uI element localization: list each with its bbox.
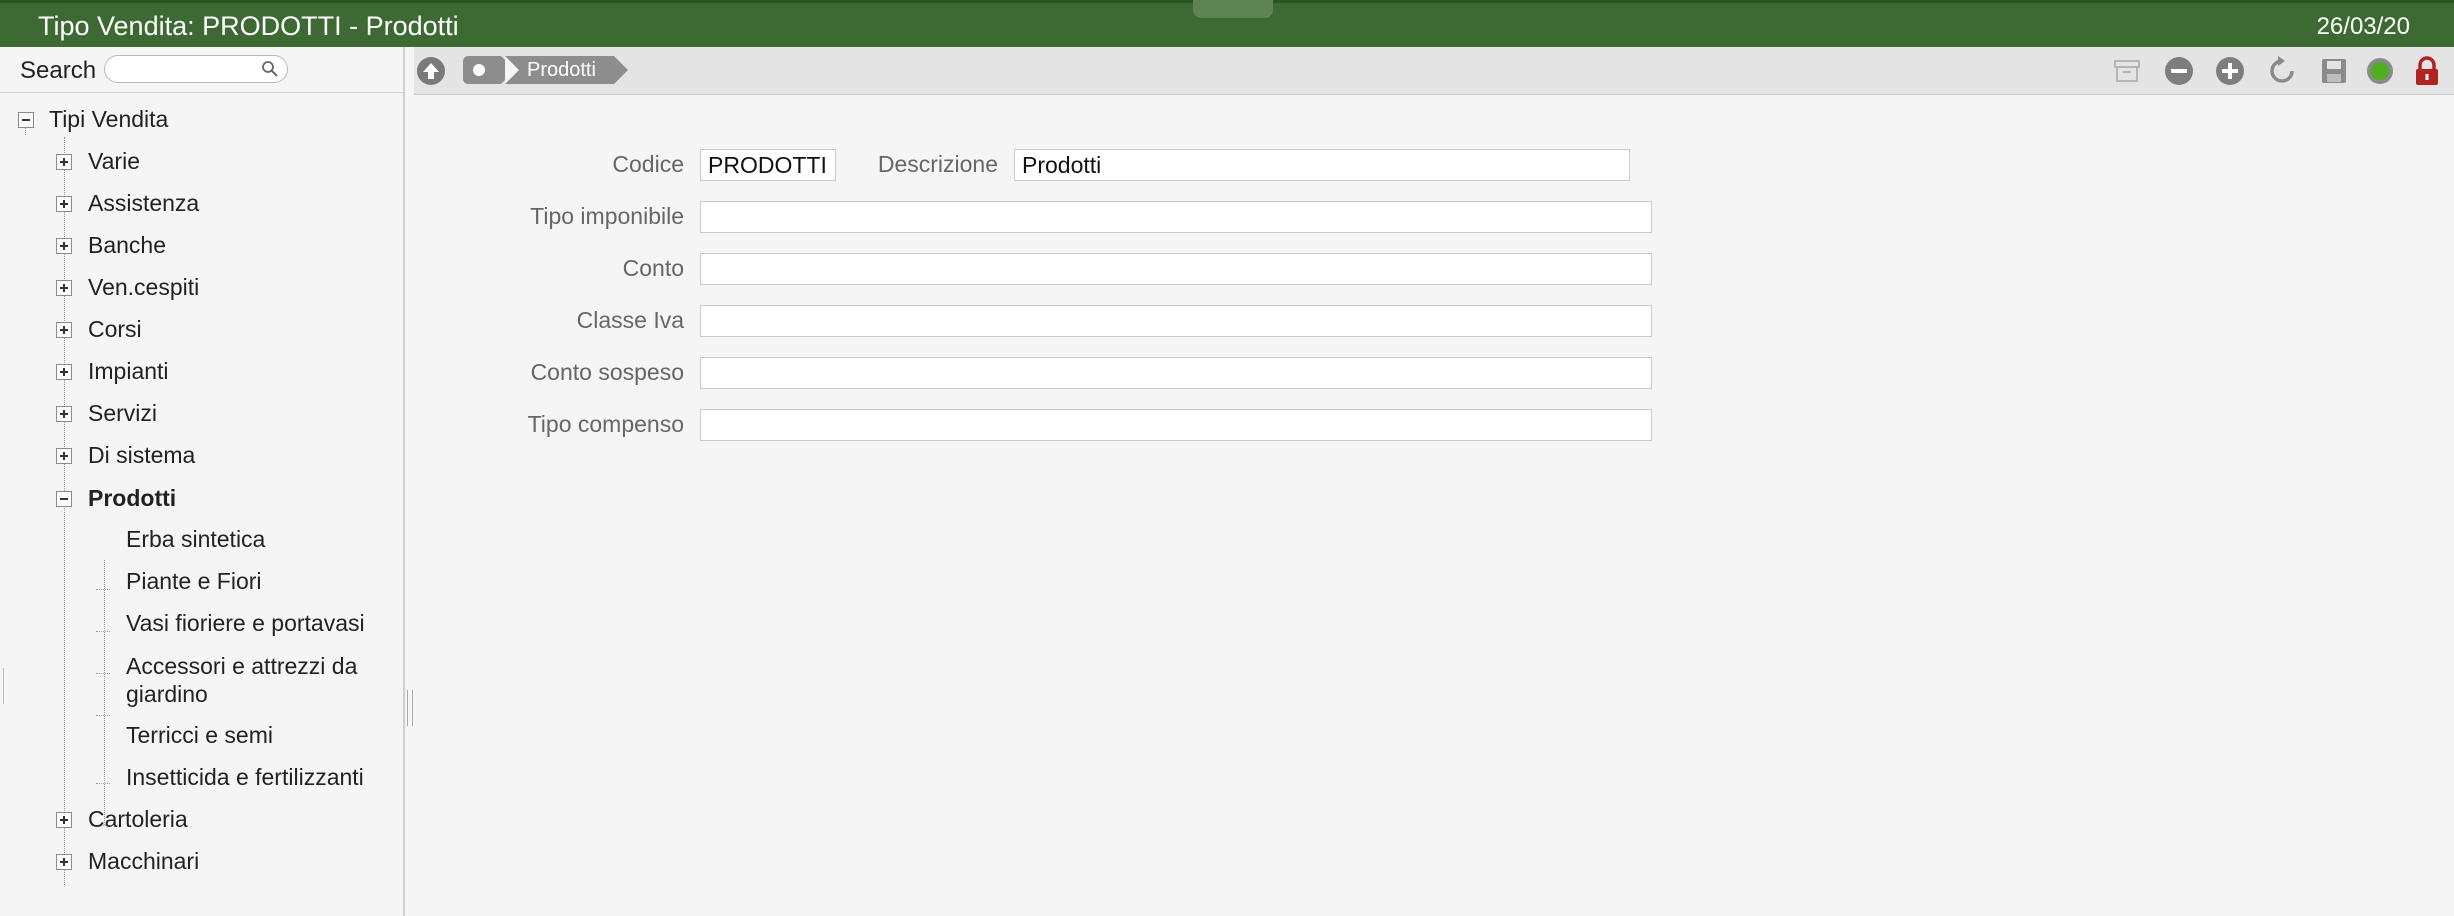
conto-field[interactable] xyxy=(700,253,1652,285)
tree-item-assistenza[interactable]: Assistenza xyxy=(88,190,199,217)
expand-toggle-icon[interactable] xyxy=(56,364,72,380)
expand-toggle-icon[interactable] xyxy=(56,238,72,254)
expand-toggle-icon[interactable] xyxy=(56,812,72,828)
descrizione-label: Descrizione xyxy=(877,151,998,177)
window-title: Tipo Vendita: PRODOTTI - Prodotti xyxy=(38,11,459,41)
tree-child-vasi[interactable]: Vasi fioriere e portavasi xyxy=(126,610,365,637)
breadcrumb-current[interactable]: Prodotti xyxy=(505,56,628,84)
tipo-compenso-field[interactable] xyxy=(700,409,1652,441)
title-bar: Tipo Vendita: PRODOTTI - Prodotti 26/03/… xyxy=(0,0,2454,47)
left-edge-handle[interactable] xyxy=(0,668,4,704)
home-dot-icon xyxy=(473,64,485,76)
tree-item-cartoleria[interactable]: Cartoleria xyxy=(88,806,188,833)
tree-item-servizi[interactable]: Servizi xyxy=(88,400,157,427)
tipo-imponibile-label: Tipo imponibile xyxy=(530,203,684,229)
collapse-toggle-icon[interactable] xyxy=(56,491,72,507)
tree-item-banche[interactable]: Banche xyxy=(88,232,166,259)
tree-child-terricci[interactable]: Terricci e semi xyxy=(126,722,273,749)
codice-label: Codice xyxy=(612,151,684,177)
breadcrumb-home[interactable] xyxy=(463,56,515,84)
refresh-icon[interactable] xyxy=(2266,55,2298,87)
tree-item-di-sistema[interactable]: Di sistema xyxy=(88,442,195,469)
search-box[interactable] xyxy=(104,55,288,83)
expand-toggle-icon[interactable] xyxy=(56,196,72,212)
expand-toggle-icon[interactable] xyxy=(56,322,72,338)
tree-item-prodotti[interactable]: Prodotti xyxy=(88,485,176,512)
window-grip-handle[interactable] xyxy=(1193,0,1273,18)
tree-item-varie[interactable]: Varie xyxy=(88,148,140,175)
archive-icon[interactable] xyxy=(2111,55,2143,87)
pane-splitter-handle[interactable] xyxy=(407,690,413,726)
search-label: Search xyxy=(20,57,97,84)
classe-iva-label: Classe Iva xyxy=(576,307,684,333)
tree-item-ven-cespiti[interactable]: Ven.cespiti xyxy=(88,274,199,301)
classe-iva-field[interactable] xyxy=(700,305,1652,337)
conto-label: Conto xyxy=(622,255,684,281)
expand-toggle-icon[interactable] xyxy=(56,280,72,296)
tree-item-impianti[interactable]: Impianti xyxy=(88,358,169,385)
toolbar xyxy=(414,47,2454,95)
tipo-imponibile-field[interactable] xyxy=(700,201,1652,233)
expand-toggle-icon[interactable] xyxy=(56,406,72,422)
remove-icon[interactable] xyxy=(2163,55,2195,87)
tree-item-corsi[interactable]: Corsi xyxy=(88,316,142,343)
navigate-up-icon[interactable] xyxy=(415,55,447,87)
lock-icon[interactable] xyxy=(2411,55,2443,87)
codice-field[interactable] xyxy=(700,149,836,181)
expand-toggle-icon[interactable] xyxy=(56,854,72,870)
search-bar: Search xyxy=(0,47,403,93)
current-date: 26/03/20 xyxy=(2316,13,2410,40)
tree-child-piante-e-fiori[interactable]: Piante e Fiori xyxy=(126,568,262,595)
navigation-pane: Search Tipi Vendita Varie Assistenza Ban… xyxy=(0,47,405,916)
add-icon[interactable] xyxy=(2214,55,2246,87)
status-ok-icon[interactable] xyxy=(2364,55,2396,87)
search-input[interactable] xyxy=(117,56,261,82)
tree-child-accessori[interactable]: Accessori e attrezzi da giardino xyxy=(126,652,396,708)
conto-sospeso-label: Conto sospeso xyxy=(530,359,684,385)
expand-toggle-icon[interactable] xyxy=(56,154,72,170)
descrizione-field[interactable] xyxy=(1014,149,1630,181)
tree-child-insetticida[interactable]: Insetticida e fertilizzanti xyxy=(126,764,364,791)
tree-item-macchinari[interactable]: Macchinari xyxy=(88,848,199,875)
tipo-compenso-label: Tipo compenso xyxy=(527,411,684,437)
conto-sospeso-field[interactable] xyxy=(700,357,1652,389)
collapse-toggle-icon[interactable] xyxy=(18,112,34,128)
search-icon[interactable] xyxy=(261,60,279,78)
tree-root[interactable]: Tipi Vendita xyxy=(49,106,168,133)
expand-toggle-icon[interactable] xyxy=(56,448,72,464)
save-icon[interactable] xyxy=(2318,55,2350,87)
tree-child-erba-sintetica[interactable]: Erba sintetica xyxy=(126,526,265,553)
